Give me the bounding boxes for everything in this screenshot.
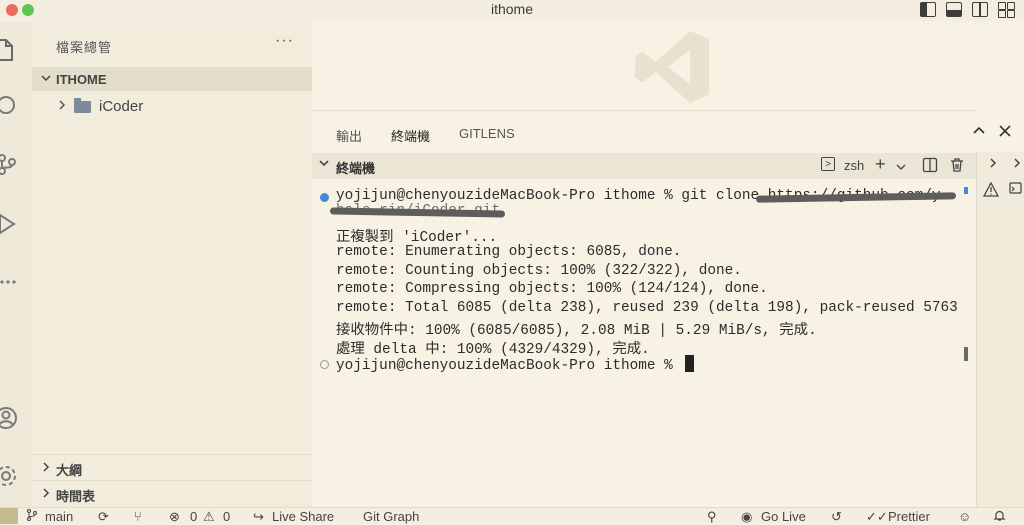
chevron-down-icon[interactable] [896, 159, 906, 175]
golive-button[interactable]: Go Live [761, 509, 806, 524]
terminal-line: 接收物件中: 100% (6085/6085), 2.08 MiB | 5.29… [336, 323, 817, 339]
git-graph-icon[interactable]: ⑂ [134, 509, 142, 524]
outline-section-header[interactable]: 大綱 [32, 454, 312, 479]
workspace-section-header[interactable]: ITHOME [32, 67, 312, 91]
warning-icon[interactable] [982, 181, 1000, 200]
tab-terminal[interactable]: 終端機 [391, 126, 431, 155]
title-bar: ithome [0, 0, 1024, 23]
terminal-icon[interactable]: > [821, 157, 835, 171]
explorer-sidebar: 檔案總管 ··· ITHOME iCoder 大綱 時間表 [32, 22, 313, 507]
branch-icon[interactable] [26, 509, 38, 524]
terminal-scrollbar[interactable] [964, 347, 968, 361]
feedback-icon[interactable]: ☺ [958, 509, 971, 524]
terminal-prompt-line: yojijun@chenyouzideMacBook-Pro ithome % [336, 355, 695, 374]
status-bar: main ⟳ ⑂ ⊗ 0 ⚠ 0 ↪ Live Share Git Graph … [0, 507, 1024, 524]
trash-icon[interactable] [949, 157, 965, 176]
terminal-output[interactable]: yojijun@chenyouzideMacBook-Pro ithome % … [312, 185, 976, 505]
scroll-marker [964, 187, 968, 194]
toggle-sidebar-icon[interactable] [920, 2, 936, 17]
chevron-up-icon[interactable] [972, 123, 986, 143]
settings-icon[interactable] [0, 462, 18, 490]
terminal-header-label: 終端機 [336, 161, 376, 176]
panel-tabs: 輸出 終端機 GITLENS [312, 111, 1011, 155]
timeline-label: 時間表 [56, 489, 96, 504]
terminal-prompt: yojijun@chenyouzideMacBook-Pro ithome % [336, 358, 682, 374]
chevron-right-icon [40, 486, 52, 503]
tab-gitlens[interactable]: GITLENS [459, 126, 515, 141]
tree-item-folder[interactable]: iCoder [32, 95, 312, 117]
run-debug-icon[interactable] [0, 210, 18, 238]
chevron-right-icon [56, 98, 68, 116]
remote-indicator[interactable] [0, 508, 18, 524]
command-status-dot [320, 193, 329, 202]
terminal-line: remote: Compressing objects: 100% (124/1… [336, 281, 768, 297]
terminal-header: 終端機 > zsh + [312, 153, 976, 179]
prompt-status-dot [320, 360, 329, 369]
close-icon[interactable] [998, 123, 1012, 143]
more-icon[interactable] [0, 268, 18, 296]
chevron-down-icon[interactable] [318, 157, 330, 172]
workspace-name: ITHOME [56, 72, 107, 87]
more-actions-button[interactable]: ··· [275, 32, 294, 50]
problems-count[interactable]: 0 [190, 509, 197, 524]
terminal-line: remote: Counting objects: 100% (322/322)… [336, 263, 742, 279]
window-title: ithome [490, 1, 534, 17]
timeline-section-header[interactable]: 時間表 [32, 480, 312, 505]
prettier-button[interactable]: Prettier [888, 509, 930, 524]
branch-name[interactable]: main [45, 509, 73, 524]
layout-controls [920, 2, 1016, 18]
explorer-title: 檔案總管 [56, 40, 113, 55]
chevron-down-icon [40, 72, 52, 87]
toggle-secondary-sidebar-icon[interactable] [972, 2, 988, 17]
terminal-side-strip [976, 152, 1024, 507]
folder-label: iCoder [99, 98, 144, 115]
terminal-line: remote: Enumerating objects: 6085, done. [336, 244, 682, 260]
toggle-panel-icon[interactable] [946, 2, 962, 17]
account-icon[interactable] [0, 404, 18, 432]
tab-output[interactable]: 輸出 [336, 126, 362, 145]
liveshare-button[interactable]: Live Share [272, 509, 334, 524]
terminal-cursor [685, 355, 695, 372]
shell-name[interactable]: zsh [844, 158, 864, 173]
vscode-logo [635, 30, 710, 104]
split-icon[interactable] [922, 157, 938, 176]
gitgraph-button[interactable]: Git Graph [363, 509, 419, 524]
warnings-count[interactable]: 0 [223, 509, 230, 524]
customize-layout-icon[interactable] [998, 2, 1016, 18]
plus-icon[interactable]: + [875, 154, 886, 175]
outline-label: 大綱 [56, 463, 83, 478]
chevron-right-icon[interactable] [987, 156, 999, 173]
files-icon[interactable] [0, 36, 18, 64]
terminal-line: 正複製到 'iCoder'... [336, 230, 498, 246]
terminal-tab-icon[interactable] [1007, 180, 1023, 199]
bottom-panel: 輸出 終端機 GITLENS 終端機 > zsh + yojijun@cheny… [312, 110, 1011, 508]
source-control-icon[interactable] [0, 150, 18, 178]
chevron-right-icon[interactable] [1011, 156, 1023, 173]
folder-icon [74, 98, 91, 113]
terminal-line: remote: Total 6085 (delta 238), reused 2… [336, 300, 958, 316]
chevron-right-icon [40, 460, 52, 477]
search-icon[interactable] [0, 92, 18, 120]
activity-bar [0, 22, 33, 507]
editor-area [312, 22, 1024, 110]
